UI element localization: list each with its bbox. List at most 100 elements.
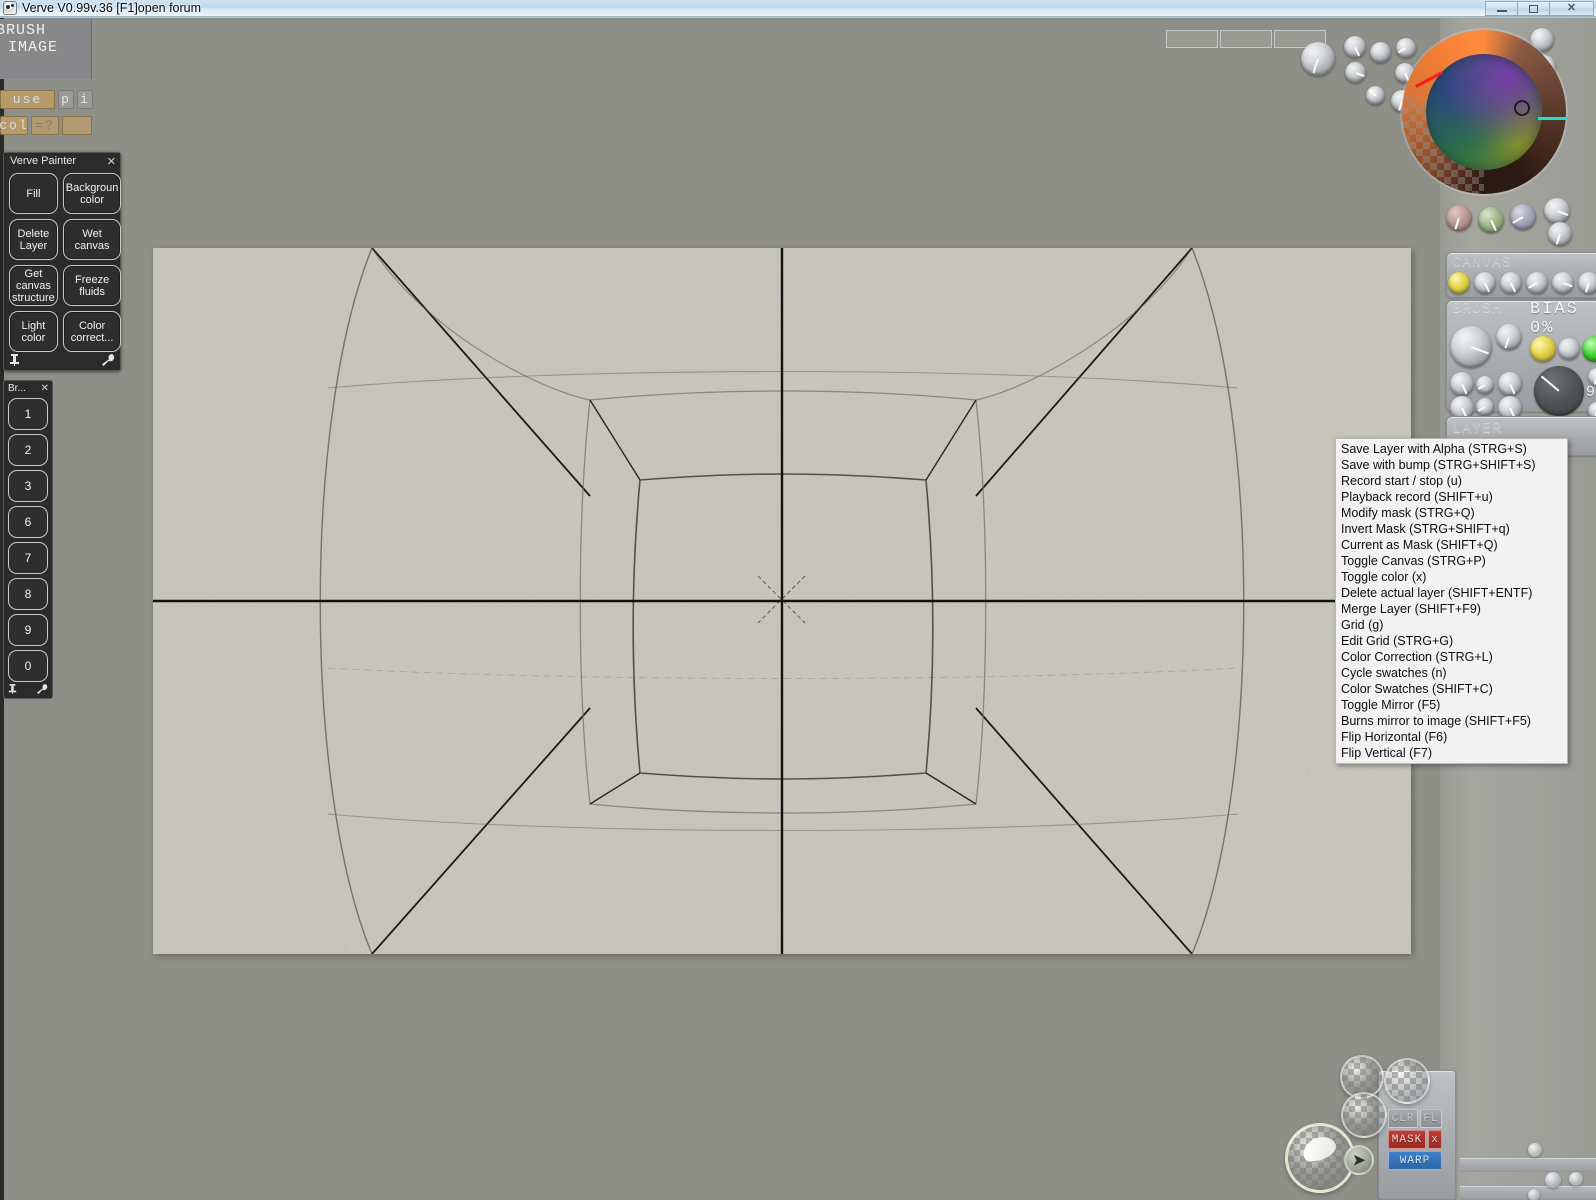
freeze-fluids-button[interactable]: Freeze fluids bbox=[62, 265, 122, 306]
canvas-knob-6[interactable] bbox=[1578, 272, 1596, 294]
brush-slot-7[interactable]: 7 bbox=[8, 542, 48, 574]
knob-wheel-5[interactable] bbox=[1548, 222, 1572, 246]
brush-slot-1[interactable]: 1 bbox=[8, 398, 48, 430]
tool-col-button[interactable]: col bbox=[0, 116, 28, 135]
menu-item-toggle-canvas[interactable]: Toggle Canvas (STRG+P) bbox=[1336, 553, 1567, 569]
menu-item-color-correction[interactable]: Color Correction (STRG+L) bbox=[1336, 649, 1567, 665]
brush-knob-4[interactable] bbox=[1476, 376, 1494, 394]
canvas-knob-1[interactable] bbox=[1448, 272, 1470, 294]
menu-brush[interactable]: BRUSH bbox=[0, 22, 46, 39]
brush-slot-0[interactable]: 0 bbox=[8, 650, 48, 682]
background-color-button[interactable]: Backgroun color bbox=[62, 173, 122, 214]
menu-item-toggle-color[interactable]: Toggle color (x) bbox=[1336, 569, 1567, 585]
verve-panel-footer bbox=[4, 353, 120, 370]
menu-item-save-with-bump[interactable]: Save with bump (STRG+SHIFT+S) bbox=[1336, 457, 1567, 473]
slider-knob-2[interactable] bbox=[1545, 1172, 1561, 1188]
color-correct-button[interactable]: Color correct... bbox=[62, 311, 122, 352]
menu-item-edit-grid[interactable]: Edit Grid (STRG+G) bbox=[1336, 633, 1567, 649]
brush-slot-9[interactable]: 9 bbox=[8, 614, 48, 646]
canvas-knob-2[interactable] bbox=[1474, 272, 1496, 294]
color-wheel[interactable] bbox=[1398, 22, 1570, 208]
brushes-panel: Br... ✕ 1 2 3 6 7 8 9 0 bbox=[3, 380, 53, 699]
brush-indicator-green[interactable] bbox=[1582, 336, 1596, 362]
pin-icon[interactable] bbox=[8, 683, 17, 697]
canvas-knob-3[interactable] bbox=[1500, 272, 1522, 294]
brush-knob-5[interactable] bbox=[1498, 372, 1522, 396]
menu-item-burns-mirror-to-image[interactable]: Burns mirror to image (SHIFT+F5) bbox=[1336, 713, 1567, 729]
menu-item-modify-mask[interactable]: Modify mask (STRG+Q) bbox=[1336, 505, 1567, 521]
pin-icon[interactable] bbox=[9, 353, 20, 369]
color-ball-2[interactable] bbox=[1384, 1058, 1430, 1104]
menu-item-delete-actual-layer[interactable]: Delete actual layer (SHIFT+ENTF) bbox=[1336, 585, 1567, 601]
slider-knob-4[interactable] bbox=[1528, 1189, 1540, 1200]
minimize-button[interactable] bbox=[1485, 1, 1518, 16]
menu-item-merge-layer[interactable]: Merge Layer (SHIFT+F9) bbox=[1336, 601, 1567, 617]
brush-knob-2[interactable] bbox=[1496, 324, 1522, 350]
get-canvas-structure-button[interactable]: Get canvas structure bbox=[9, 265, 58, 306]
slider-knob-3[interactable] bbox=[1569, 1172, 1583, 1186]
tool-blank-button[interactable] bbox=[62, 116, 92, 135]
wet-canvas-button[interactable]: Wet canvas bbox=[62, 219, 122, 260]
menu-item-save-layer-with-alpha[interactable]: Save Layer with Alpha (STRG+S) bbox=[1336, 441, 1567, 457]
brush-knob-3[interactable] bbox=[1450, 372, 1474, 396]
brush-slot-2[interactable]: 2 bbox=[8, 434, 48, 466]
delete-layer-button[interactable]: Delete Layer bbox=[9, 219, 58, 260]
tool-use-button[interactable]: use bbox=[0, 90, 55, 109]
tool-i-button[interactable]: i bbox=[77, 90, 93, 109]
brushes-panel-footer bbox=[4, 683, 52, 698]
brush-size-knob[interactable] bbox=[1450, 326, 1492, 368]
brush-knob-7[interactable] bbox=[1476, 398, 1494, 416]
close-icon[interactable]: ✕ bbox=[41, 383, 49, 394]
knob-a2[interactable] bbox=[1370, 42, 1391, 63]
swatch-slot-2[interactable] bbox=[1220, 30, 1272, 48]
fill-button[interactable]: Fill bbox=[9, 173, 58, 214]
verve-panel-header[interactable]: Verve Painter ✕ bbox=[4, 153, 120, 169]
close-icon[interactable]: ✕ bbox=[107, 155, 116, 168]
light-color-button[interactable]: Light color bbox=[9, 311, 58, 352]
menu-item-color-swatches[interactable]: Color Swatches (SHIFT+C) bbox=[1336, 681, 1567, 697]
brush-opacity-knob[interactable] bbox=[1534, 366, 1584, 416]
menu-item-flip-horizontal[interactable]: Flip Horizontal (F6) bbox=[1336, 729, 1567, 745]
warp-button[interactable]: WARP bbox=[1388, 1151, 1442, 1170]
fl-button[interactable]: FL bbox=[1420, 1109, 1442, 1128]
brush-slot-6[interactable]: 6 bbox=[8, 506, 48, 538]
menu-item-current-as-mask[interactable]: Current as Mask (SHIFT+Q) bbox=[1336, 537, 1567, 553]
knob-wheel-2[interactable] bbox=[1478, 207, 1504, 233]
clr-button[interactable]: CLR bbox=[1388, 1109, 1418, 1128]
slider-track-1[interactable] bbox=[1460, 1158, 1596, 1172]
brushes-panel-header[interactable]: Br... ✕ bbox=[4, 381, 52, 396]
knob-b1[interactable] bbox=[1345, 62, 1366, 83]
menu-item-record-start-stop[interactable]: Record start / stop (u) bbox=[1336, 473, 1567, 489]
knob-wheel-1[interactable] bbox=[1446, 205, 1472, 231]
knob-c1[interactable] bbox=[1366, 86, 1385, 105]
slider-knob-1[interactable] bbox=[1528, 1143, 1542, 1157]
paint-canvas[interactable] bbox=[153, 248, 1411, 954]
close-button[interactable]: ✕ bbox=[1549, 1, 1594, 16]
tool-p-button[interactable]: p bbox=[58, 90, 74, 109]
color-ball-3[interactable] bbox=[1341, 1092, 1387, 1138]
close-icon: ✕ bbox=[1566, 2, 1577, 14]
wrench-icon[interactable] bbox=[102, 353, 115, 369]
mask-clear-button[interactable]: x bbox=[1428, 1130, 1442, 1149]
knob-master[interactable] bbox=[1301, 42, 1335, 76]
swatch-slot-1[interactable] bbox=[1166, 30, 1218, 48]
menu-item-invert-mask[interactable]: Invert Mask (STRG+SHIFT+q) bbox=[1336, 521, 1567, 537]
canvas-knob-5[interactable] bbox=[1552, 272, 1574, 294]
tool-eq-button[interactable]: =? bbox=[31, 116, 59, 135]
brush-indicator-yellow[interactable] bbox=[1530, 336, 1556, 362]
brush-indicator-gray[interactable] bbox=[1558, 338, 1580, 360]
menu-image[interactable]: IMAGE bbox=[8, 39, 58, 56]
menu-item-grid[interactable]: Grid (g) bbox=[1336, 617, 1567, 633]
menu-item-toggle-mirror[interactable]: Toggle Mirror (F5) bbox=[1336, 697, 1567, 713]
brush-slot-8[interactable]: 8 bbox=[8, 578, 48, 610]
menu-item-cycle-swatches[interactable]: Cycle swatches (n) bbox=[1336, 665, 1567, 681]
knob-a1[interactable] bbox=[1344, 36, 1366, 58]
maximize-button[interactable] bbox=[1517, 1, 1550, 16]
menu-item-playback-record[interactable]: Playback record (SHIFT+u) bbox=[1336, 489, 1567, 505]
next-swatch-button[interactable]: ➤ bbox=[1344, 1145, 1374, 1175]
brush-slot-3[interactable]: 3 bbox=[8, 470, 48, 502]
mask-button[interactable]: MASK bbox=[1388, 1130, 1426, 1149]
menu-item-flip-vertical[interactable]: Flip Vertical (F7) bbox=[1336, 745, 1567, 761]
canvas-knob-4[interactable] bbox=[1526, 272, 1548, 294]
wrench-icon[interactable] bbox=[37, 683, 48, 697]
